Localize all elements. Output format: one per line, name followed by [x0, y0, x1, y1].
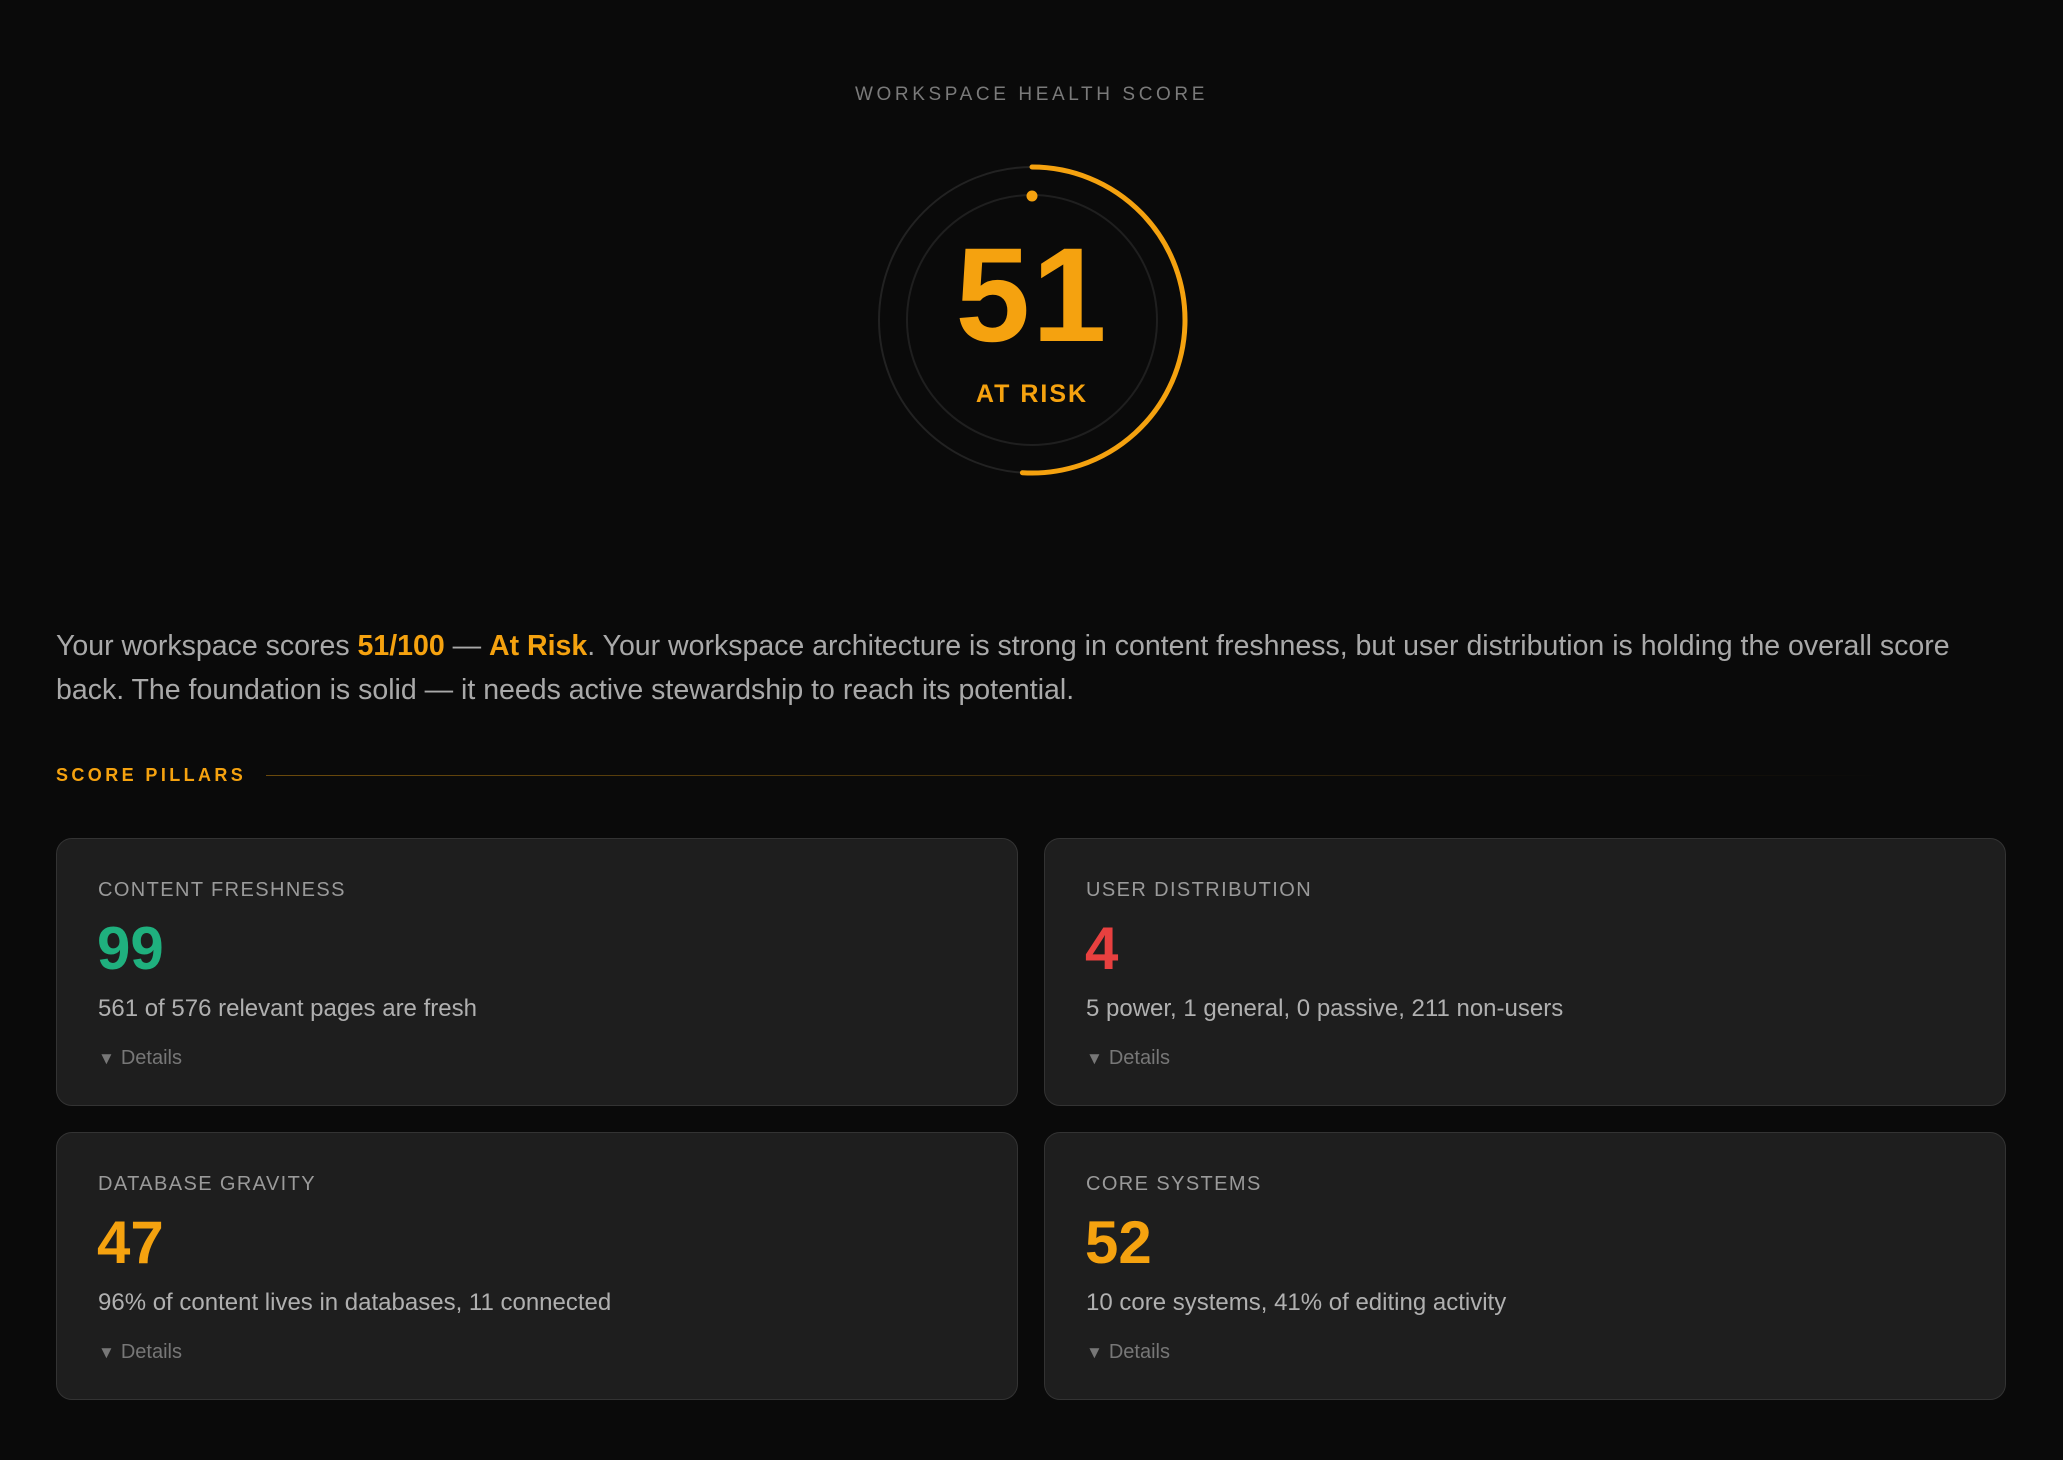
pillar-card-content-freshness: CONTENT FRESHNESS 99 561 of 576 relevant…: [56, 838, 1018, 1106]
pillar-details-toggle[interactable]: ▼ Details: [1086, 1047, 1170, 1070]
health-score-page: WORKSPACE HEALTH SCORE 51 AT RISK Your w…: [0, 0, 2063, 1460]
pillar-title: USER DISTRIBUTION: [1086, 879, 1313, 901]
pillar-title: CORE SYSTEMS: [1086, 1173, 1262, 1195]
triangle-down-icon: ▼: [1086, 1343, 1103, 1362]
pillar-score: 47: [97, 1209, 164, 1276]
pillar-card-user-distribution: USER DISTRIBUTION 4 5 power, 1 general, …: [1044, 838, 2006, 1106]
pillar-description: 10 core systems, 41% of editing activity: [1086, 1289, 1507, 1316]
details-label: Details: [1108, 1341, 1170, 1363]
pillar-details-toggle[interactable]: ▼ Details: [98, 1047, 182, 1070]
summary-score: 51/100: [357, 630, 445, 662]
details-label: Details: [120, 1047, 182, 1069]
summary-dash: —: [444, 630, 490, 662]
pillar-title: CONTENT FRESHNESS: [98, 879, 346, 901]
summary-prefix: Your workspace scores: [56, 630, 358, 662]
section-divider: [266, 775, 1886, 776]
pillar-description: 5 power, 1 general, 0 passive, 211 non-u…: [1086, 995, 1564, 1022]
pillar-description: 561 of 576 relevant pages are fresh: [98, 995, 477, 1022]
details-label: Details: [120, 1341, 182, 1363]
score-pillars-header: SCORE PILLARS: [56, 762, 2006, 788]
triangle-down-icon: ▼: [1086, 1049, 1103, 1068]
section-title: SCORE PILLARS: [56, 765, 247, 785]
pillar-card-core-systems: CORE SYSTEMS 52 10 core systems, 41% of …: [1044, 1132, 2006, 1400]
pillar-details-toggle[interactable]: ▼ Details: [98, 1341, 182, 1364]
gauge-score-value: 51: [955, 221, 1109, 370]
pillar-score: 4: [1085, 915, 1119, 982]
pillar-details-toggle[interactable]: ▼ Details: [1086, 1341, 1170, 1364]
pillar-score: 99: [97, 915, 164, 982]
triangle-down-icon: ▼: [98, 1049, 115, 1068]
score-summary: Your workspace scores 51/100 — At Risk. …: [56, 624, 2006, 712]
pillar-score: 52: [1085, 1209, 1152, 1276]
triangle-down-icon: ▼: [98, 1343, 115, 1362]
page-eyebrow: WORKSPACE HEALTH SCORE: [855, 84, 1208, 105]
pillar-description: 96% of content lives in databases, 11 co…: [98, 1289, 612, 1316]
health-score-gauge: 51 AT RISK: [872, 160, 1192, 480]
gauge-indicator-dot: [1026, 190, 1038, 202]
details-label: Details: [1108, 1047, 1170, 1069]
gauge-status-label: AT RISK: [975, 380, 1089, 408]
summary-status: At Risk: [489, 630, 588, 662]
pillar-card-database-gravity: DATABASE GRAVITY 47 96% of content lives…: [56, 1132, 1018, 1400]
pillar-title: DATABASE GRAVITY: [98, 1173, 316, 1195]
